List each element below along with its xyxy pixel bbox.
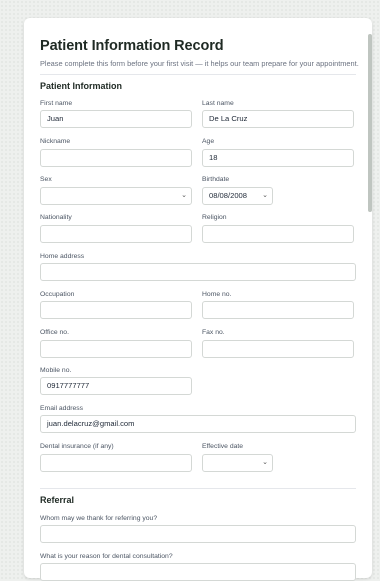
religion-input[interactable] (202, 225, 354, 243)
mobile-no-label: Mobile no. (40, 367, 72, 374)
effective-date-input[interactable]: ⌄ (202, 454, 273, 472)
chevron-down-icon: ⌄ (181, 192, 187, 199)
age-label: Age (202, 138, 215, 145)
occupation-label: Occupation (40, 291, 75, 298)
dental-insurance-label: Dental insurance (if any) (40, 443, 114, 450)
consult-reason-label: What is your reason for dental consultat… (40, 553, 173, 560)
referred-by-label: Whom may we thank for referring you? (40, 515, 158, 522)
consult-reason-input[interactable] (40, 563, 356, 581)
dental-insurance-input[interactable] (40, 454, 192, 472)
last-name-label: Last name (202, 100, 234, 107)
form-intro: Please complete this form before your fi… (40, 59, 359, 68)
chevron-down-icon: ⌄ (262, 459, 268, 466)
age-input[interactable]: 18 (202, 149, 354, 167)
patient-form-card: Patient Information Record Please comple… (24, 18, 372, 581)
chevron-down-icon: ⌄ (262, 192, 268, 199)
referred-by-input[interactable] (40, 525, 356, 543)
office-no-input[interactable] (40, 340, 192, 358)
birthdate-value: 08/08/2008 (209, 191, 248, 200)
divider (40, 488, 356, 489)
religion-label: Religion (202, 214, 227, 221)
effective-date-label: Effective date (202, 443, 244, 450)
last-name-input[interactable]: De La Cruz (202, 110, 354, 128)
first-name-label: First name (40, 100, 73, 107)
office-no-label: Office no. (40, 329, 69, 336)
birthdate-input[interactable]: 08/08/2008 ⌄ (202, 187, 273, 205)
home-no-input[interactable] (202, 301, 354, 319)
mobile-no-input[interactable]: 0917777777 (40, 377, 192, 395)
scrollbar[interactable] (368, 34, 372, 212)
sex-label: Sex (40, 176, 52, 183)
email-input[interactable]: juan.delacruz@gmail.com (40, 415, 356, 433)
email-label: Email address (40, 405, 84, 412)
first-name-input[interactable]: Juan (40, 110, 192, 128)
divider (40, 74, 356, 75)
home-address-label: Home address (40, 253, 85, 260)
nationality-input[interactable] (40, 225, 192, 243)
page-title: Patient Information Record (40, 38, 224, 54)
fax-no-input[interactable] (202, 340, 354, 358)
nickname-label: Nickname (40, 138, 71, 145)
occupation-input[interactable] (40, 301, 192, 319)
section-title-patient: Patient Information (40, 81, 123, 91)
birthdate-label: Birthdate (202, 176, 230, 183)
sex-select[interactable]: ⌄ (40, 187, 192, 205)
home-no-label: Home no. (202, 291, 232, 298)
home-address-input[interactable] (40, 263, 356, 281)
section-title-referral: Referral (40, 495, 75, 505)
nickname-input[interactable] (40, 149, 192, 167)
nationality-label: Nationality (40, 214, 72, 221)
fax-no-label: Fax no. (202, 329, 225, 336)
